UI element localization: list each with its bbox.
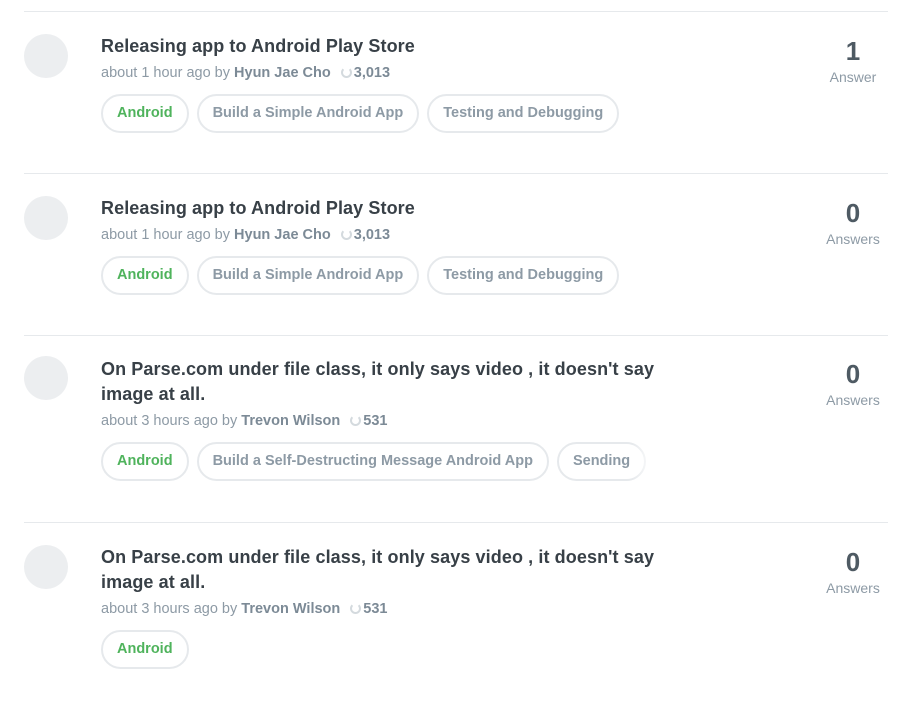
author-points: 3,013 bbox=[353, 227, 391, 243]
answer-count: 0 Answers bbox=[818, 198, 888, 247]
question-meta: about 3 hours ago by Trevon Wilson 531 bbox=[101, 601, 661, 617]
points-icon bbox=[340, 229, 352, 240]
tag[interactable]: Build a Simple Android App bbox=[196, 256, 420, 295]
tag[interactable]: Android bbox=[101, 630, 189, 669]
question-time: about 3 hours ago by bbox=[101, 601, 238, 617]
avatar[interactable] bbox=[24, 545, 68, 589]
tag-list: Android bbox=[101, 630, 661, 669]
points-icon bbox=[340, 67, 352, 78]
answer-count-label: Answers bbox=[826, 580, 880, 596]
tag-list: Android Build a Simple Android App Testing… bbox=[101, 256, 661, 295]
question-meta: about 1 hour ago by Hyun Jae Cho 3,013 bbox=[101, 227, 661, 243]
tag[interactable]: Build a Simple Android App bbox=[196, 94, 420, 133]
tag[interactable]: Android bbox=[101, 94, 189, 133]
author-link[interactable]: Trevon Wilson bbox=[241, 413, 340, 429]
points-icon bbox=[350, 415, 362, 426]
question-title[interactable]: Releasing app to Android Play Store bbox=[101, 196, 661, 221]
question-content: Releasing app to Android Play Store abou… bbox=[101, 34, 661, 133]
tag[interactable]: Testing and Debugging bbox=[427, 256, 620, 295]
tag-overflow-fade bbox=[632, 442, 656, 481]
answer-count-number: 1 bbox=[845, 36, 861, 66]
question-row[interactable]: Releasing app to Android Play Store abou… bbox=[24, 174, 888, 336]
question-list: Releasing app to Android Play Store abou… bbox=[24, 0, 888, 703]
answer-count-label: Answer bbox=[829, 69, 877, 85]
question-title[interactable]: On Parse.com under file class, it only s… bbox=[101, 545, 661, 595]
question-meta: about 1 hour ago by Hyun Jae Cho 3,013 bbox=[101, 65, 661, 81]
tag[interactable]: Android bbox=[101, 442, 189, 481]
author-points: 531 bbox=[363, 413, 388, 429]
answer-count: 0 Answers bbox=[818, 547, 888, 596]
answer-count: 0 Answers bbox=[818, 359, 888, 408]
answer-count: 1 Answer bbox=[818, 36, 888, 85]
tag[interactable]: Testing and Debugging bbox=[427, 94, 620, 133]
answer-count-number: 0 bbox=[845, 547, 861, 577]
tag-list: Android Build a Self-Destructing Message … bbox=[101, 442, 656, 481]
question-meta: about 3 hours ago by Trevon Wilson 531 bbox=[101, 413, 661, 429]
answer-count-number: 0 bbox=[845, 198, 861, 228]
question-content: Releasing app to Android Play Store abou… bbox=[101, 196, 661, 295]
avatar[interactable] bbox=[24, 356, 68, 400]
question-row[interactable]: On Parse.com under file class, it only s… bbox=[24, 336, 888, 523]
avatar[interactable] bbox=[24, 196, 68, 240]
question-time: about 1 hour ago by bbox=[101, 65, 230, 81]
answer-count-number: 0 bbox=[845, 359, 861, 389]
tag[interactable]: Android bbox=[101, 256, 189, 295]
question-row[interactable]: On Parse.com under file class, it only s… bbox=[24, 523, 888, 703]
author-link[interactable]: Hyun Jae Cho bbox=[234, 227, 331, 243]
question-title[interactable]: On Parse.com under file class, it only s… bbox=[101, 357, 661, 407]
tag-list: Android Build a Simple Android App Testing… bbox=[101, 94, 661, 133]
answer-count-label: Answers bbox=[826, 392, 880, 408]
question-content: On Parse.com under file class, it only s… bbox=[101, 357, 661, 481]
author-points: 3,013 bbox=[353, 65, 391, 81]
author-link[interactable]: Hyun Jae Cho bbox=[234, 65, 331, 81]
avatar[interactable] bbox=[24, 34, 68, 78]
author-points: 531 bbox=[363, 601, 388, 617]
tag[interactable]: Build a Self-Destructing Message Android… bbox=[196, 442, 549, 481]
question-time: about 3 hours ago by bbox=[101, 413, 238, 429]
points-icon bbox=[350, 603, 362, 614]
author-link[interactable]: Trevon Wilson bbox=[241, 601, 340, 617]
answer-count-label: Answers bbox=[826, 231, 880, 247]
question-row[interactable]: Releasing app to Android Play Store abou… bbox=[24, 12, 888, 174]
question-content: On Parse.com under file class, it only s… bbox=[101, 545, 661, 669]
question-title[interactable]: Releasing app to Android Play Store bbox=[101, 34, 661, 59]
question-time: about 1 hour ago by bbox=[101, 227, 230, 243]
